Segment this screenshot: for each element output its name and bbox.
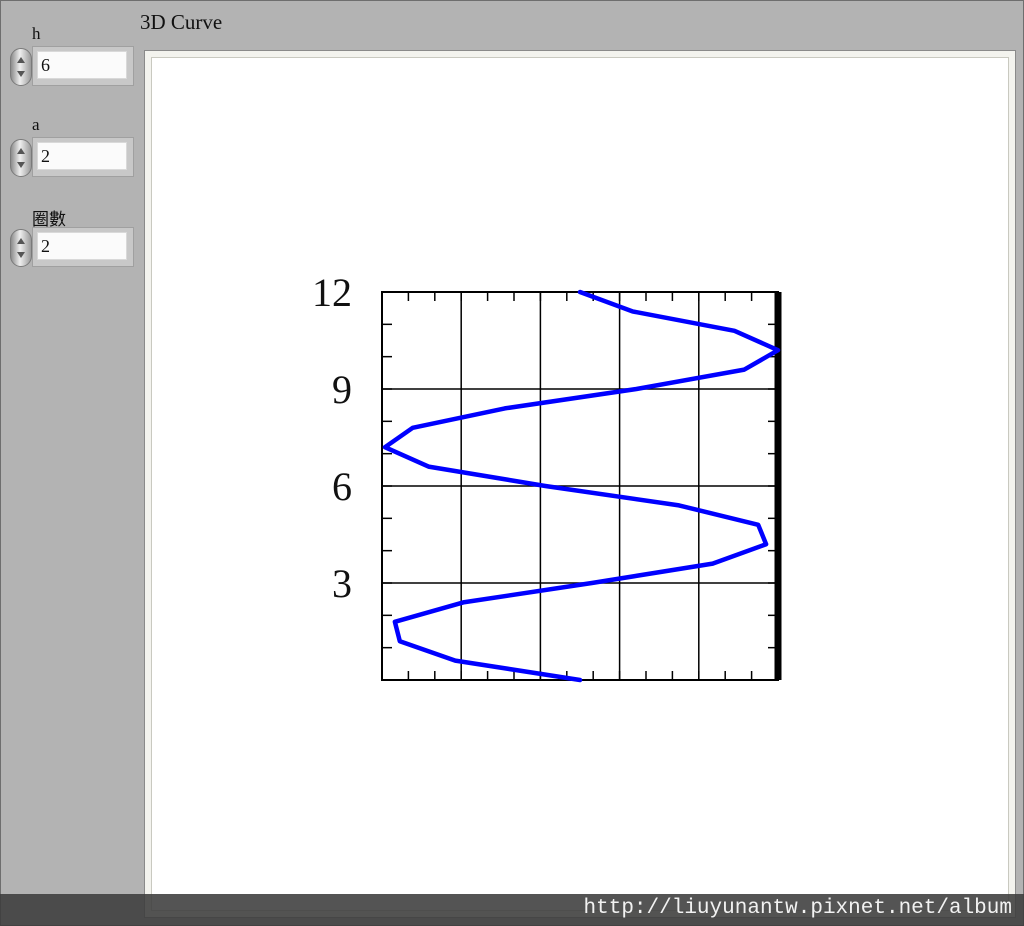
turns-input[interactable] bbox=[37, 232, 127, 260]
spinner-down-icon[interactable] bbox=[17, 71, 25, 77]
a-label: a bbox=[32, 115, 40, 134]
a-control-row bbox=[10, 137, 134, 177]
watermark-bar: http://liuyunantw.pixnet.net/album bbox=[0, 894, 1024, 926]
spinner-up-icon[interactable] bbox=[17, 238, 25, 244]
spinner-down-icon[interactable] bbox=[17, 162, 25, 168]
spinner-up-icon[interactable] bbox=[17, 57, 25, 63]
spinner-down-icon[interactable] bbox=[17, 252, 25, 258]
spinner-up-icon[interactable] bbox=[17, 148, 25, 154]
y-tick-label: 6 bbox=[332, 464, 352, 509]
turns-field-box bbox=[32, 227, 134, 267]
curve-plot: 3 6 9 12 bbox=[312, 270, 782, 683]
y-tick-label: 3 bbox=[332, 561, 352, 606]
h-field-box bbox=[32, 46, 134, 86]
a-spinner[interactable] bbox=[10, 139, 32, 177]
chart-title: 3D Curve bbox=[140, 10, 223, 34]
watermark-text: http://liuyunantw.pixnet.net/album bbox=[583, 897, 1012, 920]
turns-control-row bbox=[10, 227, 134, 267]
y-tick-label: 9 bbox=[332, 367, 352, 412]
h-label: h bbox=[32, 24, 41, 43]
h-spinner[interactable] bbox=[10, 48, 32, 86]
chart-canvas: 3 6 9 12 bbox=[151, 57, 1009, 911]
h-control-row bbox=[10, 46, 134, 86]
a-input[interactable] bbox=[37, 142, 127, 170]
y-tick-label: 12 bbox=[312, 270, 352, 315]
turns-spinner[interactable] bbox=[10, 229, 32, 267]
a-field-box bbox=[32, 137, 134, 177]
chart-frame: 3 6 9 12 bbox=[144, 50, 1016, 918]
h-input[interactable] bbox=[37, 51, 127, 79]
